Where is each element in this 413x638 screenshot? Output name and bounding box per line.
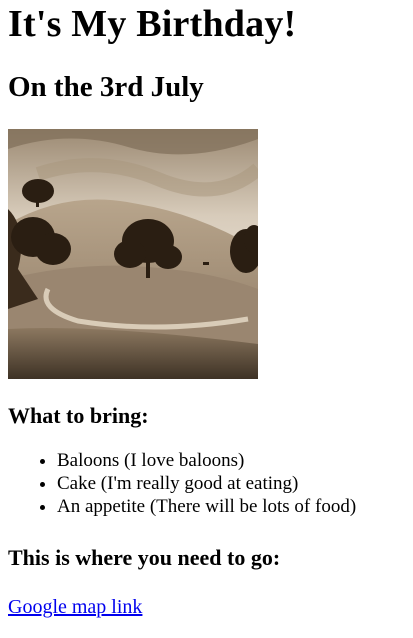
page-content: It's My Birthday! On the 3rd July What t… bbox=[0, 0, 413, 619]
google-map-link[interactable]: Google map link bbox=[8, 596, 142, 618]
list-item: Cake (I'm really good at eating) bbox=[57, 472, 405, 495]
page-title: It's My Birthday! bbox=[8, 3, 297, 45]
what-to-bring-heading: What to bring: bbox=[8, 403, 149, 428]
page-subtitle: On the 3rd July bbox=[8, 71, 204, 103]
location-heading: This is where you need to go: bbox=[8, 545, 281, 570]
list-item: Baloons (I love baloons) bbox=[57, 449, 405, 472]
bring-list: Baloons (I love baloons) Cake (I'm reall… bbox=[8, 449, 405, 518]
landscape-photo bbox=[8, 129, 258, 379]
list-item: An appetite (There will be lots of food) bbox=[57, 495, 405, 518]
map-link-paragraph: Google map link bbox=[8, 595, 405, 619]
